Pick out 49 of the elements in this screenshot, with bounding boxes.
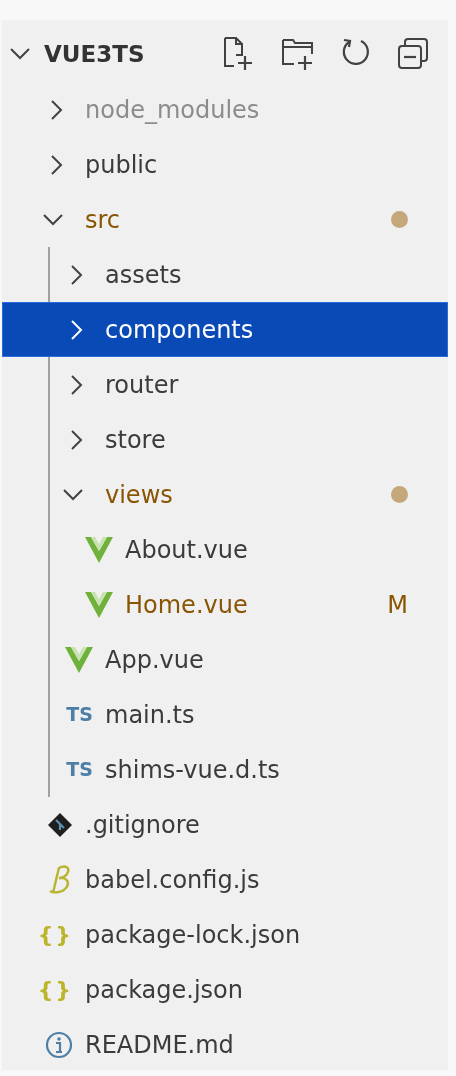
folder-row[interactable]: router <box>2 357 448 412</box>
file-name: shims-vue.d.ts <box>105 754 281 786</box>
file-name: .gitignore <box>85 809 201 841</box>
file-name: README.md <box>85 1029 235 1061</box>
file-name: About.vue <box>125 534 249 566</box>
file-row[interactable]: .gitignore <box>2 797 448 852</box>
modified-dot <box>391 486 408 503</box>
info-icon <box>45 1030 73 1059</box>
braces-icon: {} <box>37 973 73 1006</box>
typescript-icon: TS <box>66 755 93 784</box>
diamond-icon <box>47 811 73 838</box>
folder-row[interactable]: src <box>2 192 448 247</box>
modified-dot <box>391 211 408 228</box>
new-folder-icon[interactable] <box>280 36 316 72</box>
folder-name: node_modules <box>85 94 261 126</box>
folder-name: src <box>85 204 122 236</box>
file-row[interactable]: babel.config.js <box>2 852 448 907</box>
file-name: package-lock.json <box>85 919 302 951</box>
file-name: babel.config.js <box>85 864 261 896</box>
folder-row[interactable]: views <box>2 467 448 522</box>
folder-row[interactable]: assets <box>2 247 448 302</box>
file-row[interactable]: TS shims-vue.d.ts <box>2 742 448 797</box>
folder-row[interactable]: public <box>2 137 448 192</box>
file-name: main.ts <box>105 699 196 731</box>
file-name: App.vue <box>105 644 205 676</box>
braces-icon: {} <box>37 918 73 951</box>
file-name: package.json <box>85 974 244 1006</box>
file-row[interactable]: About.vue <box>2 522 448 577</box>
folder-name: components <box>105 314 255 346</box>
file-row[interactable]: README.md <box>2 1017 448 1072</box>
typescript-icon: TS <box>66 700 93 729</box>
file-row[interactable]: App.vue <box>2 632 448 687</box>
vue-icon <box>85 591 113 618</box>
folder-name: store <box>105 424 167 456</box>
file-name: Home.vue <box>125 589 249 621</box>
vue-icon <box>85 536 113 563</box>
git-status-letter: M <box>387 589 408 621</box>
file-row[interactable]: Home.vue M <box>2 577 448 632</box>
folder-name: public <box>85 149 159 181</box>
file-row[interactable]: {} package.json <box>2 962 448 1017</box>
folder-row[interactable]: store <box>2 412 448 467</box>
folder-name: router <box>105 369 180 401</box>
folder-row[interactable]: components <box>2 302 448 357</box>
folder-name: assets <box>105 259 183 291</box>
project-title[interactable]: VUE3TS <box>44 36 222 72</box>
file-row[interactable]: TS main.ts <box>2 687 448 742</box>
folder-name: views <box>105 479 174 511</box>
file-row[interactable]: {} package-lock.json <box>2 907 448 962</box>
vue-icon <box>65 646 93 673</box>
